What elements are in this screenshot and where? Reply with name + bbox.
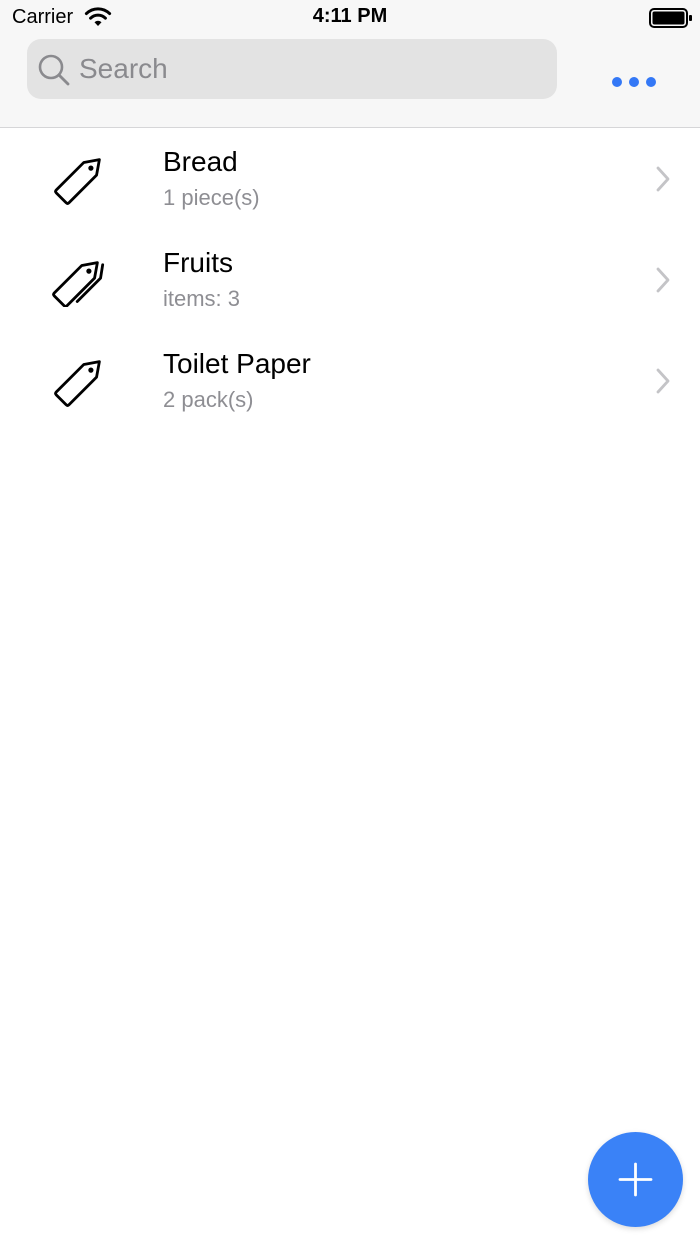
search-icon (38, 54, 70, 86)
list-item[interactable]: Bread 1 piece(s) (0, 128, 700, 229)
tags-icon (52, 261, 105, 307)
tag-icon (54, 360, 101, 407)
add-item-button[interactable] (588, 1132, 683, 1227)
item-title: Bread (163, 146, 238, 177)
battery-full-icon (649, 8, 692, 28)
list-item[interactable]: Toilet Paper 2 pack(s) (0, 330, 700, 431)
item-subtitle: items: 3 (163, 286, 241, 311)
search-input[interactable] (79, 39, 539, 99)
item-list: Bread 1 piece(s) Fruits items: 3 Toilet … (0, 128, 700, 431)
search-field[interactable] (27, 39, 557, 99)
list-item[interactable]: Fruits items: 3 (0, 229, 700, 330)
chevron-right-icon (656, 267, 670, 293)
item-title: Fruits (163, 247, 233, 278)
ellipsis-icon (612, 77, 622, 87)
chevron-right-icon (656, 368, 670, 394)
item-subtitle: 1 piece(s) (163, 185, 260, 210)
status-bar: Carrier 4:11 PM (0, 0, 700, 36)
screen: Carrier 4:11 PM Search Bread 1 piece(s) … (0, 0, 700, 1244)
header (0, 36, 700, 128)
chevron-right-icon (656, 166, 670, 192)
plus-icon (618, 1162, 653, 1197)
more-button[interactable] (606, 70, 662, 94)
ellipsis-dot (629, 77, 639, 87)
tag-icon (54, 158, 101, 205)
ellipsis-dot (646, 77, 656, 87)
item-title: Toilet Paper (163, 348, 311, 379)
item-subtitle: 2 pack(s) (163, 387, 254, 412)
status-time: 4:11 PM (312, 5, 388, 27)
